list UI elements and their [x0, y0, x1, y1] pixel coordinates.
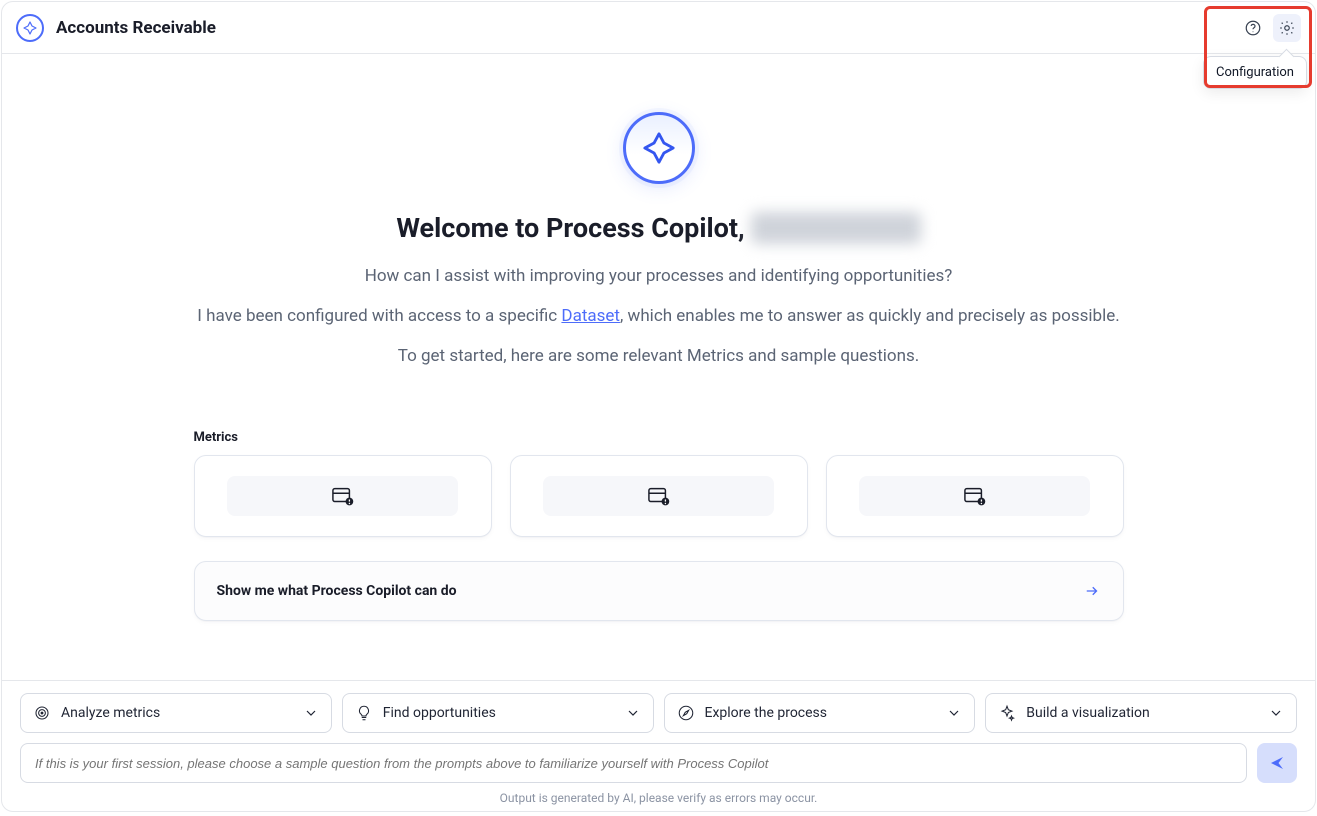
welcome-text: Welcome to Process Copilot, [396, 212, 744, 244]
hero-logo-icon [623, 112, 695, 184]
pill-analyze-metrics[interactable]: Analyze metrics [20, 693, 332, 733]
intro-line-2a: I have been configured with access to a … [197, 306, 561, 326]
send-button[interactable] [1257, 743, 1297, 783]
header: Accounts Receivable [2, 2, 1315, 54]
footer: Analyze metrics Find opportunities Explo… [2, 680, 1315, 811]
send-icon [1268, 754, 1286, 772]
pill-label: Build a visualization [1026, 705, 1150, 721]
target-icon [33, 704, 51, 722]
intro-line-3: To get started, here are some relevant M… [398, 346, 919, 366]
metric-card-1[interactable] [194, 455, 492, 537]
metric-card-3[interactable] [826, 455, 1124, 537]
show-me-text: Show me what Process Copilot can do [217, 583, 457, 599]
main-content: Welcome to Process Copilot, How can I as… [2, 54, 1315, 680]
app-logo-icon [16, 14, 44, 42]
settings-button[interactable] [1273, 14, 1301, 42]
card-alert-icon [963, 485, 987, 507]
help-button[interactable] [1239, 14, 1267, 42]
gear-icon [1278, 19, 1296, 37]
help-icon [1244, 19, 1262, 37]
card-alert-icon [331, 485, 355, 507]
card-alert-icon [647, 485, 671, 507]
intro-line-2: I have been configured with access to a … [197, 306, 1119, 326]
arrow-right-icon [1083, 582, 1101, 600]
intro-line-2b: , which enables me to answer as quickly … [620, 306, 1120, 326]
chevron-down-icon [625, 705, 641, 721]
redacted-username [751, 212, 921, 244]
pill-find-opportunities[interactable]: Find opportunities [342, 693, 654, 733]
chevron-down-icon [303, 705, 319, 721]
metrics-row [194, 455, 1124, 537]
ai-disclaimer: Output is generated by AI, please verify… [20, 791, 1297, 805]
chevron-down-icon [1268, 705, 1284, 721]
suggestion-pills: Analyze metrics Find opportunities Explo… [20, 693, 1297, 733]
pill-label: Explore the process [705, 705, 828, 721]
pill-label: Analyze metrics [61, 705, 160, 721]
welcome-heading: Welcome to Process Copilot, [396, 212, 920, 244]
intro-line-1: How can I assist with improving your pro… [365, 266, 953, 286]
show-me-card[interactable]: Show me what Process Copilot can do [194, 561, 1124, 621]
chat-input[interactable] [20, 743, 1247, 783]
pill-build-visualization[interactable]: Build a visualization [985, 693, 1297, 733]
metric-card-2[interactable] [510, 455, 808, 537]
metrics-label: Metrics [194, 430, 1124, 445]
pill-label: Find opportunities [383, 705, 496, 721]
compass-icon [677, 704, 695, 722]
lightbulb-icon [355, 704, 373, 722]
page-title: Accounts Receivable [56, 18, 216, 38]
dataset-link[interactable]: Dataset [561, 306, 620, 326]
chevron-down-icon [946, 705, 962, 721]
sparkle-icon [998, 704, 1016, 722]
pill-explore-process[interactable]: Explore the process [664, 693, 976, 733]
configuration-tooltip: Configuration [1203, 56, 1307, 89]
